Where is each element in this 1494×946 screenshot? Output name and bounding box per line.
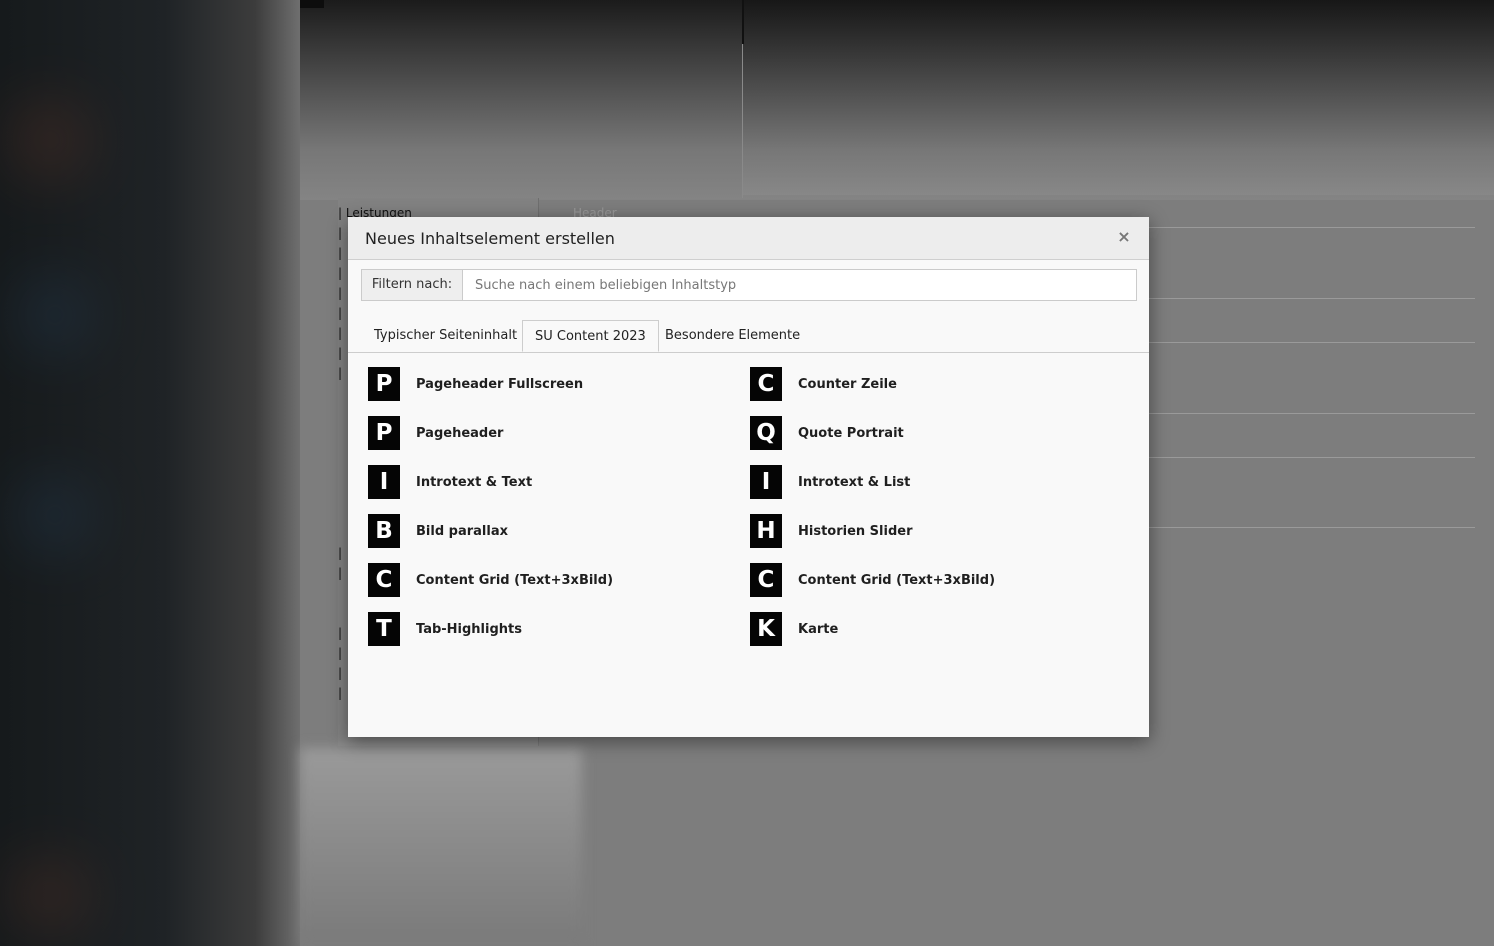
element-counter-zeile[interactable]: C Counter Zeile xyxy=(750,367,897,401)
dialog-title: Neues Inhaltselement erstellen xyxy=(365,229,615,248)
element-tab-highlights[interactable]: T Tab-Highlights xyxy=(368,612,522,646)
tree-item: | xyxy=(338,346,343,360)
element-label: Introtext & List xyxy=(798,474,911,490)
element-introtext-text[interactable]: I Introtext & Text xyxy=(368,465,532,499)
element-label: Pageheader xyxy=(416,425,504,441)
element-pageheader[interactable]: P Pageheader xyxy=(368,416,503,450)
tab-besondere-elemente[interactable]: Besondere Elemente xyxy=(652,320,813,351)
filter-bar: Filtern nach: xyxy=(361,269,1137,301)
element-quote-portrait[interactable]: Q Quote Portrait xyxy=(750,416,904,450)
element-pageheader-fullscreen[interactable]: P Pageheader Fullscreen xyxy=(368,367,583,401)
tree-item: | xyxy=(338,266,343,280)
element-bild-parallax[interactable]: B Bild parallax xyxy=(368,514,508,548)
element-introtext-list[interactable]: I Introtext & List xyxy=(750,465,910,499)
blur-blob xyxy=(20,480,90,550)
element-label: Introtext & Text xyxy=(416,474,533,490)
tab-typischer-seiteninhalt[interactable]: Typischer Seiteninhalt xyxy=(361,320,530,351)
element-label: Bild parallax xyxy=(416,523,508,539)
letter-h-icon: H xyxy=(750,514,782,548)
element-label: Counter Zeile xyxy=(798,376,897,392)
blur-blob xyxy=(10,100,90,180)
element-label: Quote Portrait xyxy=(798,425,904,441)
tree-item: | xyxy=(338,626,343,640)
tree-item: | xyxy=(338,246,343,260)
background-row-divider xyxy=(1148,413,1475,414)
close-button[interactable]: × xyxy=(1117,228,1131,246)
background-row-divider xyxy=(1148,298,1475,299)
search-input[interactable] xyxy=(463,271,1136,299)
background-blurred-area xyxy=(300,748,582,946)
blur-blob xyxy=(20,280,90,350)
element-label: Tab-Highlights xyxy=(416,621,522,637)
tree-item: | xyxy=(338,646,343,660)
letter-c-icon: C xyxy=(750,367,782,401)
close-icon: × xyxy=(1117,227,1131,246)
tree-item: | xyxy=(338,286,343,300)
element-karte[interactable]: K Karte xyxy=(750,612,838,646)
blur-blob xyxy=(10,860,90,930)
letter-p-icon: P xyxy=(368,367,400,401)
letter-c-icon: C xyxy=(368,563,400,597)
new-content-element-dialog: Neues Inhaltselement erstellen × Filtern… xyxy=(348,217,1149,737)
tree-item: | xyxy=(338,226,343,240)
letter-b-icon: B xyxy=(368,514,400,548)
dialog-header: Neues Inhaltselement erstellen × xyxy=(348,217,1149,260)
letter-q-icon: Q xyxy=(750,416,782,450)
filter-label: Filtern nach: xyxy=(362,270,463,300)
background-divider xyxy=(742,0,744,44)
letter-i-icon: I xyxy=(368,465,400,499)
letter-t-icon: T xyxy=(368,612,400,646)
element-label: Historien Slider xyxy=(798,523,913,539)
background-right-panel xyxy=(743,0,1494,195)
letter-p-icon: P xyxy=(368,416,400,450)
letter-k-icon: K xyxy=(750,612,782,646)
tab-su-content-2023[interactable]: SU Content 2023 xyxy=(522,320,659,352)
background-divider-light xyxy=(742,44,743,198)
tree-item: | xyxy=(338,366,343,380)
element-label: Content Grid (Text+3xBild) xyxy=(416,572,614,588)
tree-item: | xyxy=(338,666,343,680)
background-row-divider xyxy=(1148,342,1475,343)
letter-i-icon: I xyxy=(750,465,782,499)
background-row-divider xyxy=(1148,227,1475,228)
tree-item: | xyxy=(338,546,343,560)
background-row-divider xyxy=(1148,457,1475,458)
tree-item: | xyxy=(338,566,343,580)
background-row-divider xyxy=(1148,527,1475,528)
element-content-grid-2[interactable]: C Content Grid (Text+3xBild) xyxy=(750,563,995,597)
element-historien-slider[interactable]: H Historien Slider xyxy=(750,514,913,548)
element-content-grid[interactable]: C Content Grid (Text+3xBild) xyxy=(368,563,613,597)
element-label: Pageheader Fullscreen xyxy=(416,376,584,392)
element-label: Content Grid (Text+3xBild) xyxy=(798,572,996,588)
element-label: Karte xyxy=(798,621,839,637)
tree-item: | xyxy=(338,326,343,340)
tree-item: | xyxy=(338,306,343,320)
tree-item: | xyxy=(338,686,343,700)
letter-c-icon: C xyxy=(750,563,782,597)
tab-bar: Typischer Seiteninhalt SU Content 2023 B… xyxy=(348,320,1149,353)
background-sidebar xyxy=(0,0,300,946)
